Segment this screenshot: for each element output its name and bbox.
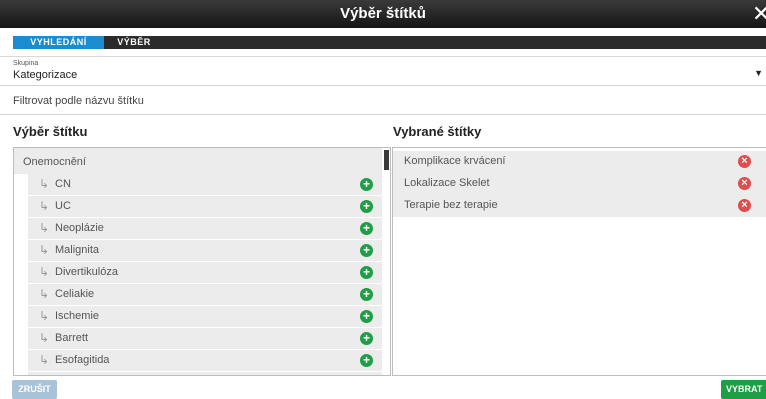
remove-tag-icon[interactable]: ×: [738, 155, 751, 168]
selected-tag-label: Terapie bez terapie: [404, 199, 498, 211]
add-tag-icon[interactable]: +: [360, 354, 373, 367]
selected-tag-item: Terapie bez terapie ×: [393, 195, 766, 217]
selected-tag-item: Komplikace krvácení ×: [393, 151, 766, 173]
add-tag-icon[interactable]: +: [360, 266, 373, 279]
tag-list-item[interactable]: ↳ Ischemie +: [28, 306, 382, 328]
subitem-arrow-icon: ↳: [39, 309, 50, 323]
tag-list-item[interactable]: ↳ UC +: [28, 196, 382, 218]
available-tags-panel: Onemocnění ↳ CN + ↳ UC + ↳ Neoplázie + ↳ Malignita…: [13, 147, 391, 376]
subitem-arrow-icon: ↳: [39, 265, 50, 279]
subitem-arrow-icon: ↳: [39, 243, 50, 257]
tag-label: CN: [55, 178, 71, 190]
tag-label: Celiakie: [55, 288, 95, 300]
close-icon[interactable]: ✕: [752, 1, 766, 27]
tag-label: Ischemie: [55, 310, 100, 322]
tag-list-item[interactable]: ↳ Malignita +: [28, 240, 382, 262]
add-tag-icon[interactable]: +: [360, 288, 373, 301]
tag-label: Divertikulóza: [55, 266, 118, 278]
add-tag-icon[interactable]: +: [360, 244, 373, 257]
tag-list-item[interactable]: ↳ CN +: [28, 174, 382, 196]
group-select[interactable]: Skupina Kategorizace ▼: [0, 57, 766, 86]
tag-list-item[interactable]: ↳+: [28, 372, 382, 375]
add-tag-icon[interactable]: +: [360, 310, 373, 323]
subitem-arrow-icon: ↳: [39, 177, 50, 191]
selected-tag-label: Lokalizace Skelet: [404, 177, 490, 189]
cancel-button[interactable]: ZRUŠIT: [12, 380, 57, 399]
filter-input[interactable]: [13, 93, 713, 109]
scrollbar-thumb[interactable]: [384, 150, 389, 170]
tag-children-list: ↳ CN + ↳ UC + ↳ Neoplázie + ↳ Malignita + ↳ Divertiku…: [28, 174, 382, 375]
tag-list-item[interactable]: ↳ Esofagitida +: [28, 350, 382, 372]
subitem-arrow-icon: ↳: [39, 287, 50, 301]
dialog-titlebar: Výběr štítků ✕: [0, 0, 766, 28]
tab-bar: VYHLEDÁNÍ VÝBĚR: [0, 28, 766, 57]
selected-tags-panel: Komplikace krvácení × Lokalizace Skelet × Te…: [392, 147, 766, 376]
tag-label: Neoplázie: [55, 222, 104, 234]
remove-tag-icon[interactable]: ×: [738, 199, 751, 212]
add-tag-icon[interactable]: +: [360, 332, 373, 345]
add-tag-icon[interactable]: +: [360, 200, 373, 213]
tag-label: Esofagitida: [55, 354, 110, 366]
tab-selection[interactable]: VÝBĚR: [104, 36, 164, 49]
add-tag-icon[interactable]: +: [360, 222, 373, 235]
tag-label: Barrett: [55, 332, 89, 344]
tag-label: Malignita: [55, 244, 100, 256]
available-tags-heading: Výběr štítku: [13, 124, 88, 139]
remove-tag-icon[interactable]: ×: [738, 177, 751, 190]
available-tags-list: Onemocnění ↳ CN + ↳ UC + ↳ Neoplázie + ↳ Malignita…: [14, 148, 382, 375]
dialog-title: Výběr štítků: [340, 5, 426, 22]
group-value: Kategorizace: [13, 69, 78, 81]
selected-tag-item: Lokalizace Skelet ×: [393, 173, 766, 195]
subitem-arrow-icon: ↳: [39, 221, 50, 235]
selected-tag-label: Komplikace krvácení: [404, 155, 506, 167]
filter-field[interactable]: [0, 86, 766, 115]
tag-category-row[interactable]: Onemocnění: [14, 148, 382, 174]
select-button[interactable]: VYBRAT: [721, 380, 766, 399]
tab-search[interactable]: VYHLEDÁNÍ: [13, 36, 104, 49]
tag-list-item[interactable]: ↳ Neoplázie +: [28, 218, 382, 240]
tag-list-item[interactable]: ↳ Divertikulóza +: [28, 262, 382, 284]
add-tag-icon[interactable]: +: [360, 178, 373, 191]
selected-tags-heading: Vybrané štítky: [393, 124, 482, 139]
tag-category-label: Onemocnění: [23, 156, 86, 168]
group-label: Skupina: [13, 60, 39, 67]
dropdown-arrow-icon[interactable]: ▼: [754, 68, 763, 78]
tag-label: UC: [55, 200, 71, 212]
subitem-arrow-icon: ↳: [39, 331, 50, 345]
subitem-arrow-icon: ↳: [39, 353, 50, 367]
tag-list-item[interactable]: ↳ Barrett +: [28, 328, 382, 350]
subitem-arrow-icon: ↳: [39, 199, 50, 213]
tag-list-item[interactable]: ↳ Celiakie +: [28, 284, 382, 306]
